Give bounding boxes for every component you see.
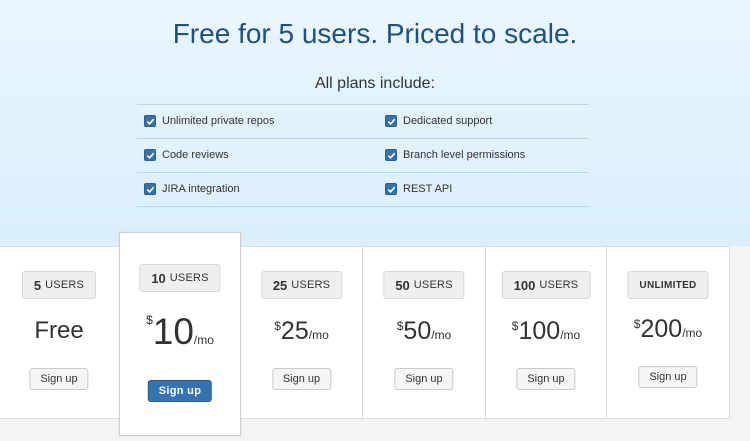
plan-price-currency: $: [633, 317, 641, 331]
feature-row: Code reviews Branch level permissions: [137, 138, 589, 172]
feature-item: Unlimited private repos: [144, 115, 275, 127]
plan-users-badge: UNLIMITED: [627, 271, 709, 299]
checkbox-checked-icon: [144, 149, 156, 161]
feature-item: Dedicated support: [385, 115, 492, 127]
plan-users-badge: 100 USERS: [501, 271, 591, 299]
sign-up-button[interactable]: Sign up: [147, 380, 213, 402]
plan-price: $50/mo: [363, 317, 485, 346]
plan-price: $200/mo: [607, 315, 729, 344]
plan-users-count: 10: [151, 270, 166, 286]
feature-label: Code reviews: [162, 149, 229, 161]
plan-price-amount: Free: [34, 317, 84, 344]
feature-item: REST API: [385, 183, 452, 195]
checkbox-checked-icon: [385, 115, 397, 127]
plan-price-period: /mo: [308, 328, 329, 342]
plan-users-unit: USERS: [539, 279, 579, 291]
feature-label: Dedicated support: [403, 115, 493, 127]
sign-up-button[interactable]: Sign up: [29, 368, 89, 390]
plan-price: $10/mo: [120, 311, 240, 353]
feature-item: Code reviews: [144, 149, 229, 161]
feature-label: Branch level permissions: [403, 149, 526, 161]
checkbox-checked-icon: [385, 183, 397, 195]
sign-up-button[interactable]: Sign up: [394, 368, 454, 390]
plan-users-unit: USERS: [45, 279, 85, 291]
checkbox-checked-icon: [385, 149, 397, 161]
plan-card-50-users: 50 USERS $50/mo Sign up: [362, 246, 486, 419]
plan-users-badge: 50 USERS: [383, 271, 465, 299]
feature-item: Branch level permissions: [385, 149, 525, 161]
plan-price: $25/mo: [241, 317, 362, 346]
plan-users-count: 50: [395, 277, 410, 293]
sign-up-button[interactable]: Sign up: [271, 368, 332, 390]
plan-price-currency: $: [146, 313, 153, 327]
plan-price-period: /mo: [682, 326, 703, 340]
plan-price-period: /mo: [193, 333, 214, 347]
feature-label: Unlimited private repos: [162, 115, 275, 127]
plan-users-count: 5: [33, 277, 42, 293]
feature-item: JIRA integration: [144, 183, 240, 195]
plan-price: $100/mo: [486, 317, 606, 346]
feature-label: REST API: [403, 183, 453, 195]
plan-card-100-users: 100 USERS $100/mo Sign up: [485, 246, 607, 419]
sign-up-button[interactable]: Sign up: [638, 366, 698, 388]
plan-users-unit: USERS: [169, 272, 209, 284]
plan-users-count: 100: [513, 277, 536, 293]
checkbox-checked-icon: [144, 183, 156, 195]
plan-users-badge: 10 USERS: [139, 264, 221, 292]
feature-list: Unlimited private repos Dedicated suppor…: [137, 104, 589, 207]
plan-price-amount: 200: [640, 315, 683, 343]
feature-row: JIRA integration REST API: [137, 172, 589, 207]
checkbox-checked-icon: [144, 115, 156, 127]
plan-price-currency: $: [274, 319, 281, 333]
sign-up-button[interactable]: Sign up: [516, 368, 576, 390]
plan-price: Free: [0, 317, 119, 345]
feature-row: Unlimited private repos Dedicated suppor…: [137, 104, 589, 138]
plan-users-badge: 5 USERS: [21, 271, 97, 299]
plan-users-badge: 25 USERS: [260, 271, 343, 299]
plan-users-unit: USERS: [291, 279, 331, 291]
plan-price-currency: $: [396, 319, 404, 333]
feature-label: JIRA integration: [162, 183, 240, 195]
plan-card-25-users: 25 USERS $25/mo Sign up: [240, 246, 363, 419]
plan-card-10-users: 10 USERS $10/mo Sign up: [119, 232, 241, 436]
plan-users-count: 25: [272, 277, 288, 293]
plans-include-heading: All plans include:: [314, 75, 436, 92]
plan-price-amount: 100: [518, 317, 561, 345]
plan-price-amount: 10: [152, 311, 194, 352]
plan-price-period: /mo: [431, 328, 452, 342]
plan-price-period: /mo: [560, 328, 581, 342]
plan-price-amount: 50: [403, 317, 432, 345]
page-title: Free for 5 users. Priced to scale.: [172, 18, 578, 49]
plan-card-5-users: 5 USERS Free Sign up: [0, 246, 120, 419]
plan-card-unlimited: UNLIMITED $200/mo Sign up: [606, 246, 730, 419]
plan-users-unit: USERS: [413, 279, 453, 291]
plan-price-currency: $: [511, 319, 519, 333]
plan-price-amount: 25: [280, 317, 309, 345]
